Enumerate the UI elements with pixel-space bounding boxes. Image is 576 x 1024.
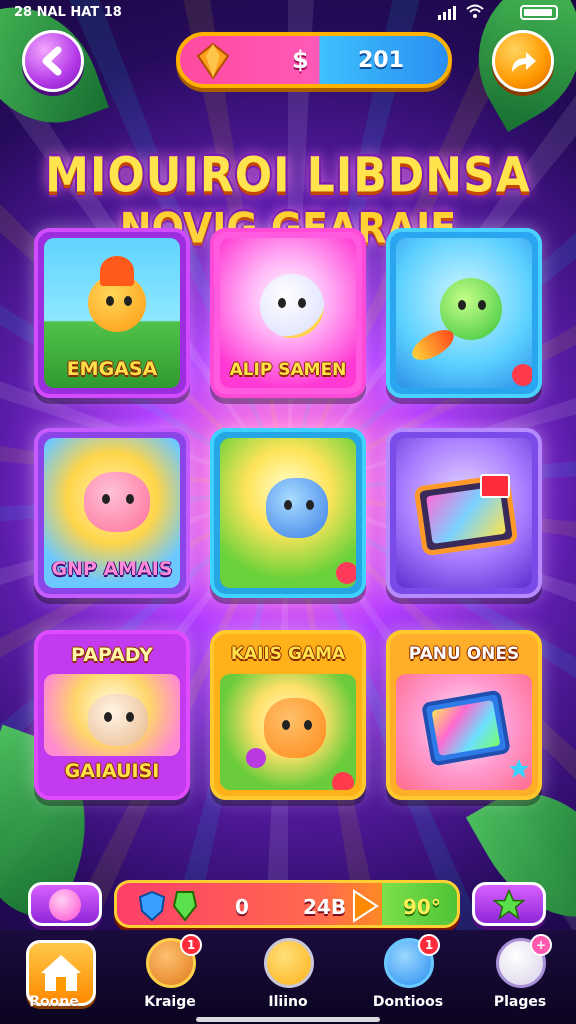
card-art <box>220 438 356 588</box>
tab-kraige[interactable]: 1 Kraige <box>120 934 220 1020</box>
eye <box>278 298 286 308</box>
signal-icon <box>438 6 456 20</box>
comet-tail-icon <box>407 323 459 367</box>
tab-label: Kraige <box>144 994 196 1010</box>
gem-icon <box>196 42 230 80</box>
tab-label: Roone <box>29 994 79 1010</box>
pink-cat-creature-icon <box>84 472 150 532</box>
card-art <box>396 674 532 790</box>
star-icon <box>509 759 529 778</box>
tab-label: Plages <box>493 994 547 1010</box>
card-label: PAPADY <box>71 644 153 666</box>
game-card[interactable]: ALIP SAMEN <box>210 228 366 398</box>
flame-crest-icon <box>100 256 134 286</box>
star-icon <box>493 889 525 920</box>
currency-symbol: $ <box>292 46 309 74</box>
eye <box>102 494 110 504</box>
tab-plages[interactable]: + Plages <box>470 934 570 1020</box>
currency-bar[interactable]: $ 201 <box>176 32 452 88</box>
tab-home[interactable]: Roone <box>4 936 104 1020</box>
share-button[interactable] <box>492 30 554 92</box>
eye <box>126 712 134 722</box>
resource-value: 24B <box>303 895 347 919</box>
game-card[interactable]: PAPADY GAIAUISI <box>34 630 190 800</box>
card-label: EMGASA <box>66 358 158 380</box>
card-art <box>44 674 180 756</box>
eye <box>106 296 114 306</box>
resource-value: 90° <box>403 895 441 919</box>
card-label: ALIP SAMEN <box>229 360 347 380</box>
left-powerup-button[interactable] <box>28 882 102 926</box>
berry-icon <box>246 748 266 768</box>
eye <box>104 712 112 722</box>
eye <box>306 500 314 510</box>
game-card[interactable]: KAIIS GAMA <box>210 630 366 800</box>
orange-creature-icon <box>264 698 326 758</box>
game-title: MIOUIROI LIBDNSA <box>45 147 531 204</box>
game-card[interactable]: EMGASA <box>34 228 190 398</box>
tab-label: Iliino <box>268 994 308 1010</box>
notification-badge: 1 <box>180 934 202 956</box>
green-gem-icon <box>173 891 197 921</box>
card-sublabel: GAIAUISI <box>64 760 160 782</box>
card-art <box>396 438 532 588</box>
status-bar: 28 NAL HAT 18 <box>0 0 576 26</box>
sun-creature-icon <box>260 274 324 338</box>
eye <box>304 720 312 730</box>
game-card[interactable] <box>386 428 542 598</box>
tab-dontioos[interactable]: 1 Dontioos <box>358 934 458 1020</box>
game-card[interactable] <box>210 428 366 598</box>
shield-icon <box>139 891 165 921</box>
pink-orb-icon <box>49 889 81 921</box>
tablet-device-icon <box>421 689 511 767</box>
coin-amount: 201 <box>358 48 404 73</box>
flag-icon <box>480 474 510 498</box>
resource-value: 0 <box>235 895 249 919</box>
game-card[interactable] <box>386 228 542 398</box>
bottom-tab-bar: Roone 1 Kraige Iliino 1 Dontioos + Plage… <box>0 930 576 1024</box>
notification-badge: 1 <box>418 934 440 956</box>
puppy-creature-icon <box>88 694 148 746</box>
eye <box>124 296 132 306</box>
eye <box>458 300 466 310</box>
back-button[interactable] <box>22 30 84 92</box>
tab-iliino[interactable]: Iliino <box>238 936 338 1020</box>
share-arrow-icon <box>512 52 536 72</box>
card-label: KAIIS GAMA <box>230 644 346 664</box>
battery-icon <box>520 5 558 20</box>
smiley-avatar-icon <box>264 938 314 988</box>
red-orb-icon <box>336 562 356 584</box>
eye <box>478 300 486 310</box>
arrow-left-icon <box>42 46 62 76</box>
tab-label: Dontioos <box>372 994 444 1010</box>
card-art <box>220 674 356 790</box>
red-orb-icon <box>332 772 354 790</box>
notification-badge: + <box>530 934 552 956</box>
home-indicator[interactable] <box>196 1017 380 1022</box>
right-powerup-button[interactable] <box>472 882 546 926</box>
eye <box>282 720 290 730</box>
red-orb-icon <box>512 364 532 386</box>
resource-bar: 0 24B 90° <box>114 880 460 928</box>
card-art <box>396 238 532 388</box>
play-arrow-icon <box>353 889 379 923</box>
status-clock: 28 NAL HAT 18 <box>14 5 122 20</box>
card-label: GNP AMAIS <box>51 558 173 580</box>
eye <box>298 298 306 308</box>
eye <box>284 500 292 510</box>
game-card[interactable]: GNP AMAIS <box>34 428 190 598</box>
wifi-icon <box>466 4 484 18</box>
game-card[interactable]: PANU ONES <box>386 630 542 800</box>
blue-creature-icon <box>266 478 328 538</box>
card-label: PANU ONES <box>408 644 520 664</box>
eye <box>126 494 134 504</box>
